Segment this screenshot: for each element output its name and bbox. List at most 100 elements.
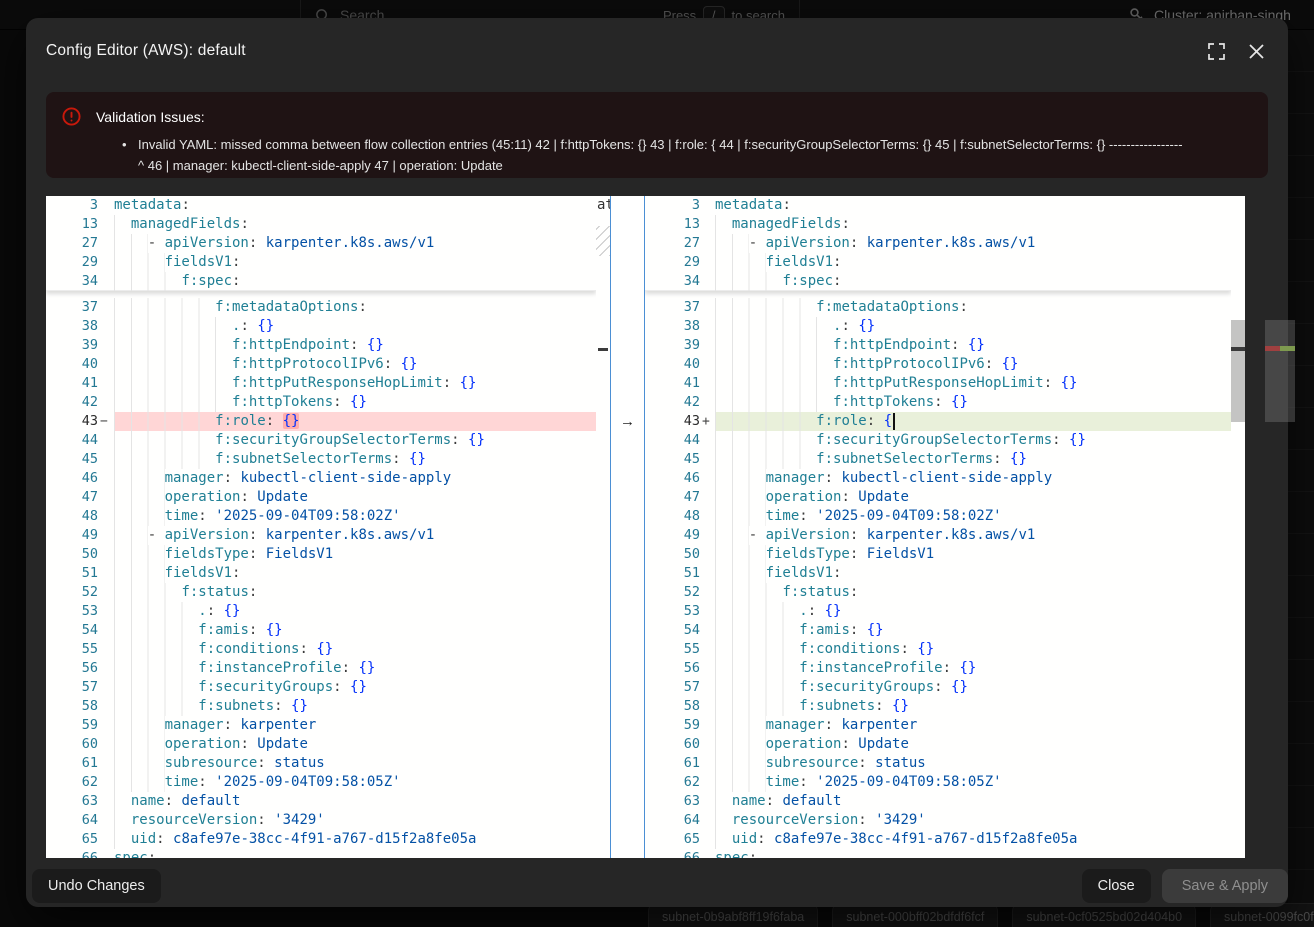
code-line-60[interactable]: 60 operation: Update (46, 735, 596, 754)
code-line-51[interactable]: 51 fieldsV1: (46, 564, 596, 583)
indent-guides (715, 469, 766, 488)
code-line-13[interactable]: 13 managedFields: (46, 215, 596, 234)
code-line-49[interactable]: 49 - apiVersion: karpenter.k8s.aws/v1 (645, 526, 1231, 545)
code-line-40[interactable]: 40 f:httpProtocolIPv6: {} (46, 355, 596, 374)
code-line-65[interactable]: 65 uid: c8afe97e-38cc-4f91-a767-d15f2a8f… (645, 830, 1231, 849)
code-line-63[interactable]: 63 name: default (645, 792, 1231, 811)
code-line-56[interactable]: 56 f:instanceProfile: {} (46, 659, 596, 678)
code-line-57[interactable]: 57 f:securityGroups: {} (645, 678, 1231, 697)
code-line-47[interactable]: 47 operation: Update (645, 488, 1231, 507)
line-number: 47 (46, 488, 98, 507)
indent-guides (114, 488, 165, 507)
code-line-53[interactable]: 53 .: {} (645, 602, 1231, 621)
code-line-62[interactable]: 62 time: '2025-09-04T09:58:05Z' (645, 773, 1231, 792)
code-line-49[interactable]: 49 - apiVersion: karpenter.k8s.aws/v1 (46, 526, 596, 545)
revert-change-arrow[interactable]: → (611, 412, 644, 431)
code-line-66[interactable]: 66spec: (46, 849, 596, 858)
code-line-34[interactable]: 34 f:spec: (645, 272, 1231, 291)
code-line-63[interactable]: 63 name: default (46, 792, 596, 811)
code-line-45[interactable]: 45 f:subnetSelectorTerms: {} (645, 450, 1231, 469)
code-text: metadata: (114, 196, 596, 215)
diff-sign (98, 849, 114, 858)
close-button[interactable] (1249, 44, 1264, 59)
code-line-50[interactable]: 50 fieldsType: FieldsV1 (46, 545, 596, 564)
code-line-48[interactable]: 48 time: '2025-09-04T09:58:02Z' (46, 507, 596, 526)
right-pane-scrollbar[interactable] (1231, 196, 1245, 858)
code-line-66[interactable]: 66spec: (645, 849, 1231, 858)
diff-original-pane[interactable]: 37 f:metadataOptions:38 .: {}39 f:httpEn… (46, 196, 596, 858)
code-line-65[interactable]: 65 uid: c8afe97e-38cc-4f91-a767-d15f2a8f… (46, 830, 596, 849)
code-line-61[interactable]: 61 subresource: status (46, 754, 596, 773)
diff-modified-pane[interactable]: 37 f:metadataOptions:38 .: {}39 f:httpEn… (645, 196, 1231, 858)
code-line-46[interactable]: 46 manager: kubectl-client-side-apply (46, 469, 596, 488)
code-line-53[interactable]: 53 .: {} (46, 602, 596, 621)
line-number: 38 (46, 317, 98, 336)
code-line-55[interactable]: 55 f:conditions: {} (645, 640, 1231, 659)
code-line-52[interactable]: 52 f:status: (46, 583, 596, 602)
code-line-56[interactable]: 56 f:instanceProfile: {} (645, 659, 1231, 678)
code-line-37[interactable]: 37 f:metadataOptions: (645, 298, 1231, 317)
code-line-62[interactable]: 62 time: '2025-09-04T09:58:05Z' (46, 773, 596, 792)
code-line-57[interactable]: 57 f:securityGroups: {} (46, 678, 596, 697)
diff-overview-ruler[interactable] (1265, 196, 1295, 858)
code-line-39[interactable]: 39 f:httpEndpoint: {} (46, 336, 596, 355)
code-line-38[interactable]: 38 .: {} (46, 317, 596, 336)
code-line-64[interactable]: 64 resourceVersion: '3429' (645, 811, 1231, 830)
code-text: fieldsV1: (715, 564, 1231, 583)
close-footer-button[interactable]: Close (1082, 869, 1151, 903)
code-line-40[interactable]: 40 f:httpProtocolIPv6: {} (645, 355, 1231, 374)
diff-sign (98, 735, 114, 754)
code-line-43[interactable]: 43+ f:role: { (645, 412, 1231, 431)
scrollbar-slider[interactable] (1231, 320, 1245, 422)
code-line-59[interactable]: 59 manager: karpenter (46, 716, 596, 735)
code-line-51[interactable]: 51 fieldsV1: (645, 564, 1231, 583)
indent-guides (715, 215, 732, 234)
fullscreen-button[interactable] (1208, 43, 1225, 60)
code-line-46[interactable]: 46 manager: kubectl-client-side-apply (645, 469, 1231, 488)
code-line-48[interactable]: 48 time: '2025-09-04T09:58:02Z' (645, 507, 1231, 526)
undo-changes-button[interactable]: Undo Changes (32, 869, 161, 903)
app-root: Search Press / to search Cluster: anirba… (0, 0, 1314, 927)
code-line-39[interactable]: 39 f:httpEndpoint: {} (645, 336, 1231, 355)
code-line-43[interactable]: 43− f:role: {} (46, 412, 596, 431)
code-line-61[interactable]: 61 subresource: status (645, 754, 1231, 773)
diff-sign (700, 564, 715, 583)
code-line-44[interactable]: 44 f:securityGroupSelectorTerms: {} (46, 431, 596, 450)
code-line-13[interactable]: 13 managedFields: (645, 215, 1231, 234)
code-line-59[interactable]: 59 manager: karpenter (645, 716, 1231, 735)
code-line-29[interactable]: 29 fieldsV1: (46, 253, 596, 272)
diff-splitter-sash[interactable]: → (610, 196, 645, 858)
code-line-42[interactable]: 42 f:httpTokens: {} (645, 393, 1231, 412)
save-apply-button[interactable]: Save & Apply (1162, 869, 1288, 903)
code-line-47[interactable]: 47 operation: Update (46, 488, 596, 507)
diff-sign (98, 355, 114, 374)
code-line-44[interactable]: 44 f:securityGroupSelectorTerms: {} (645, 431, 1231, 450)
code-line-64[interactable]: 64 resourceVersion: '3429' (46, 811, 596, 830)
code-line-50[interactable]: 50 fieldsType: FieldsV1 (645, 545, 1231, 564)
code-line-38[interactable]: 38 .: {} (645, 317, 1231, 336)
code-line-52[interactable]: 52 f:status: (645, 583, 1231, 602)
code-line-54[interactable]: 54 f:amis: {} (46, 621, 596, 640)
code-line-41[interactable]: 41 f:httpPutResponseHopLimit: {} (645, 374, 1231, 393)
code-line-60[interactable]: 60 operation: Update (645, 735, 1231, 754)
diff-sign (98, 196, 114, 215)
code-line-58[interactable]: 58 f:subnets: {} (46, 697, 596, 716)
left-pane-scrollbar[interactable]: at (596, 196, 610, 858)
line-number: 48 (645, 507, 700, 526)
indent-guides (114, 640, 198, 659)
code-line-55[interactable]: 55 f:conditions: {} (46, 640, 596, 659)
code-line-45[interactable]: 45 f:subnetSelectorTerms: {} (46, 450, 596, 469)
code-line-34[interactable]: 34 f:spec: (46, 272, 596, 291)
diff-sign (700, 253, 715, 272)
code-line-37[interactable]: 37 f:metadataOptions: (46, 298, 596, 317)
code-line-58[interactable]: 58 f:subnets: {} (645, 697, 1231, 716)
code-line-54[interactable]: 54 f:amis: {} (645, 621, 1231, 640)
code-line-27[interactable]: 27 - apiVersion: karpenter.k8s.aws/v1 (46, 234, 596, 253)
code-line-27[interactable]: 27 - apiVersion: karpenter.k8s.aws/v1 (645, 234, 1231, 253)
code-line-29[interactable]: 29 fieldsV1: (645, 253, 1231, 272)
code-line-42[interactable]: 42 f:httpTokens: {} (46, 393, 596, 412)
code-line-3[interactable]: 3metadata: (645, 196, 1231, 215)
code-line-41[interactable]: 41 f:httpPutResponseHopLimit: {} (46, 374, 596, 393)
code-line-3[interactable]: 3metadata: (46, 196, 596, 215)
code-text: manager: kubectl-client-side-apply (114, 469, 596, 488)
